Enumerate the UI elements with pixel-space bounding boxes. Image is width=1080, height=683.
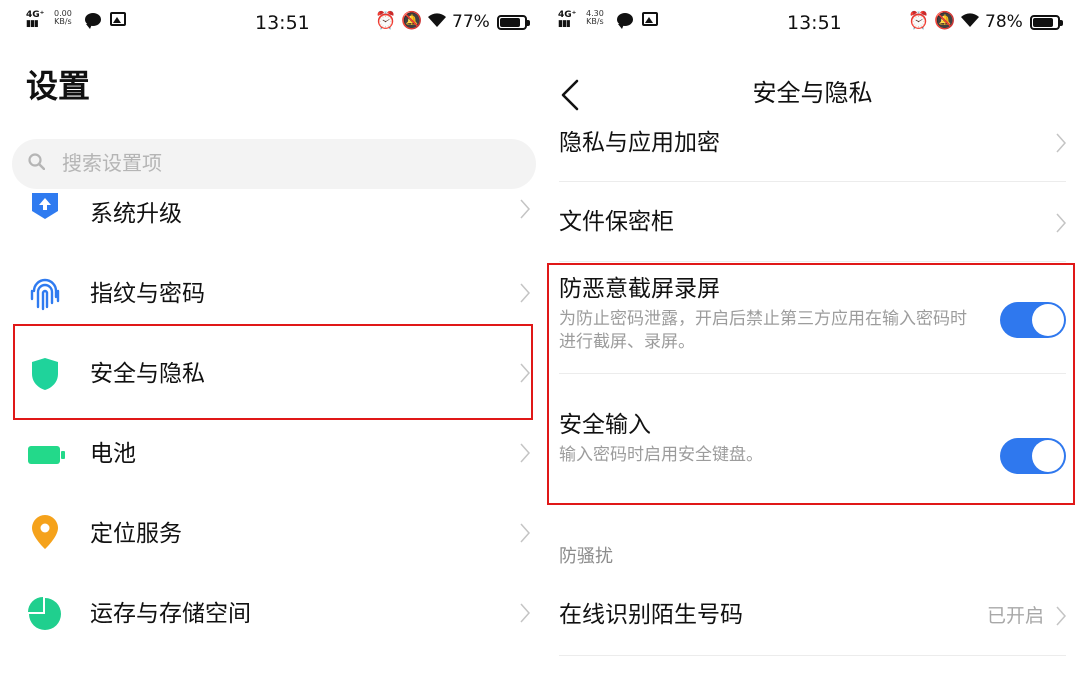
page-title: 安全与隐私 <box>752 79 873 107</box>
chevron-right-icon <box>520 199 530 219</box>
chevron-right-icon <box>1056 133 1066 153</box>
settings-item-label: 指纹与密码 <box>90 281 205 307</box>
search-placeholder: 搜索设置项 <box>62 151 162 175</box>
chevron-right-icon <box>520 443 530 463</box>
storage-pie-icon <box>28 597 61 630</box>
row-identify-stranger-numbers[interactable]: 在线识别陌生号码 已开启 <box>559 580 1066 656</box>
battery-percentage: 78% <box>985 12 1023 32</box>
signal-4g-icon: 4G⁺ ▮▮▮ <box>558 10 577 29</box>
net-speed: 4.30 KB/s <box>586 10 604 26</box>
search-icon <box>28 153 45 170</box>
settings-item-battery[interactable]: 电池 <box>0 415 540 495</box>
location-pin-icon <box>32 515 58 549</box>
row-title: 隐私与应用加密 <box>559 130 720 156</box>
highlight-box <box>13 324 533 420</box>
alarm-icon: ⏰ <box>375 11 397 31</box>
image-icon <box>110 12 126 26</box>
battery-icon <box>497 15 530 30</box>
row-status-value: 已开启 <box>986 605 1044 627</box>
clock-time: 13:51 <box>255 12 310 34</box>
row-title: 在线识别陌生号码 <box>559 602 743 628</box>
security-privacy-screen: 4G⁺ ▮▮▮ 4.30 KB/s 13:51 ⏰ 🔕 78% 安全与隐私 隐私… <box>545 0 1080 683</box>
row-title: 文件保密柜 <box>559 209 674 235</box>
wifi-icon <box>960 11 980 34</box>
settings-item-label: 运存与存储空间 <box>90 601 251 627</box>
settings-item-label: 电池 <box>90 441 136 467</box>
mute-bell-icon: 🔕 <box>934 11 956 31</box>
section-header: 防骚扰 <box>559 546 613 567</box>
settings-item-fingerprint[interactable]: 指纹与密码 <box>0 255 540 335</box>
image-icon <box>642 12 658 26</box>
net-speed-unit: KB/s <box>586 17 604 26</box>
settings-item-partial[interactable] <box>0 655 540 683</box>
chevron-right-icon <box>520 283 530 303</box>
signal-4g-icon: 4G⁺ ▮▮▮ <box>26 10 45 29</box>
settings-item-location[interactable]: 定位服务 <box>0 495 540 575</box>
chevron-right-icon <box>520 603 530 623</box>
battery-percentage: 77% <box>452 12 490 32</box>
system-update-icon <box>32 193 58 219</box>
battery-icon <box>1030 15 1063 30</box>
page-title: 设置 <box>26 67 91 105</box>
settings-item-storage[interactable]: 运存与存储空间 <box>0 575 540 655</box>
settings-item-label: 系统升级 <box>90 201 182 227</box>
chevron-right-icon <box>1056 606 1066 626</box>
settings-screen: 4G⁺ ▮▮▮ 0.00 KB/s 13:51 ⏰ 🔕 77% 设置 搜索设置项 <box>0 0 540 683</box>
chevron-right-icon <box>520 523 530 543</box>
net-speed-unit: KB/s <box>54 17 72 26</box>
clock-time: 13:51 <box>787 12 842 34</box>
settings-list: 系统升级 指纹与密码 安全与隐私 电池 定位服务 运存与存储空间 <box>0 175 540 683</box>
status-bar: 4G⁺ ▮▮▮ 0.00 KB/s 13:51 ⏰ 🔕 77% <box>0 0 540 46</box>
settings-item-system-update[interactable]: 系统升级 <box>0 175 540 255</box>
battery-icon <box>28 446 65 464</box>
row-privacy-app-encryption[interactable]: 隐私与应用加密 <box>559 116 1066 182</box>
chevron-right-icon <box>1056 213 1066 233</box>
message-icon <box>617 13 633 29</box>
row-file-safe[interactable]: 文件保密柜 <box>559 182 1066 262</box>
alarm-icon: ⏰ <box>908 11 930 31</box>
status-bar: 4G⁺ ▮▮▮ 4.30 KB/s 13:51 ⏰ 🔕 78% <box>545 0 1080 46</box>
fingerprint-icon <box>30 278 60 311</box>
highlight-box <box>547 263 1075 505</box>
wifi-icon <box>427 11 447 34</box>
message-icon <box>85 13 101 29</box>
mute-bell-icon: 🔕 <box>401 11 423 31</box>
settings-item-label: 定位服务 <box>90 521 182 547</box>
net-speed: 0.00 KB/s <box>54 10 72 26</box>
